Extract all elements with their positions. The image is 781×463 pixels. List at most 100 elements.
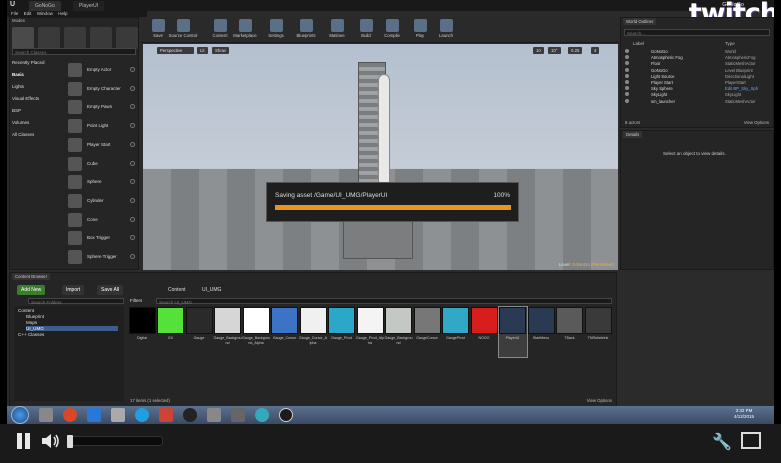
taskbar-app-icon[interactable] bbox=[231, 408, 245, 422]
asset-tile[interactable]: GaugeCursor bbox=[413, 307, 441, 357]
column-label[interactable]: Label bbox=[633, 41, 644, 46]
modes-tab[interactable]: Modes bbox=[12, 18, 25, 23]
place-item[interactable]: Cylinder bbox=[65, 192, 137, 210]
taskbar-app-icon[interactable] bbox=[111, 408, 125, 422]
help-icon[interactable] bbox=[130, 123, 135, 129]
category-volumes[interactable]: Volumes bbox=[12, 118, 57, 129]
taskbar-app-icon[interactable] bbox=[39, 408, 53, 422]
import-button[interactable]: Import bbox=[62, 285, 85, 295]
outliner-row[interactable]: Player Start PlayerStart bbox=[621, 80, 773, 86]
matinee-button[interactable]: Matinee bbox=[322, 18, 352, 42]
help-icon[interactable] bbox=[130, 235, 135, 241]
visibility-eye-icon[interactable] bbox=[625, 49, 629, 53]
asset-search-input[interactable]: Search UI_UMG bbox=[156, 298, 612, 305]
outliner-row-type[interactable]: Edit BP_Sky_Sph bbox=[725, 86, 758, 91]
content-browser-tab[interactable]: Content Browser bbox=[12, 273, 51, 280]
column-type[interactable]: Type bbox=[725, 41, 735, 46]
grid-snap-value[interactable]: 10 bbox=[533, 47, 544, 54]
breadcrumb-content[interactable]: Content bbox=[168, 287, 186, 293]
visibility-eye-icon[interactable] bbox=[625, 98, 629, 103]
fullscreen-icon[interactable] bbox=[741, 432, 761, 449]
folder-tree-item[interactable]: Maps bbox=[26, 320, 118, 325]
visibility-eye-icon[interactable] bbox=[625, 92, 629, 97]
folder-tree-item[interactable]: Blueprint bbox=[26, 314, 118, 319]
place-item[interactable]: Sphere bbox=[65, 173, 137, 191]
folder-tree-item[interactable]: UI_UMG bbox=[26, 326, 118, 331]
tab-playerui[interactable]: PlayerUI bbox=[73, 1, 105, 11]
asset-tile[interactable]: TNReticleInk bbox=[584, 307, 612, 357]
category-visual-effects[interactable]: Visual Effects bbox=[12, 94, 57, 105]
settings-wrench-icon[interactable]: 🔧 bbox=[712, 432, 732, 451]
visibility-eye-icon[interactable] bbox=[625, 73, 629, 78]
help-icon[interactable] bbox=[130, 179, 135, 185]
outliner-row[interactable]: GoNoGo Level Blueprint bbox=[621, 67, 773, 74]
breadcrumb-ui-umg[interactable]: UI_UMG bbox=[202, 287, 221, 293]
category-basic[interactable]: Basic bbox=[12, 70, 57, 81]
content-view-options[interactable]: View Options bbox=[587, 398, 612, 403]
level-viewport[interactable]: Perspective Lit Show 10 10° 0.25 4 Level… bbox=[143, 44, 618, 270]
asset-tile[interactable]: Digital bbox=[128, 307, 156, 357]
menu-window[interactable]: Window bbox=[37, 11, 53, 16]
visibility-eye-icon[interactable] bbox=[625, 86, 629, 91]
launch-button[interactable]: Launch bbox=[431, 18, 461, 42]
help-icon[interactable] bbox=[130, 67, 135, 72]
asset-tile[interactable]: Gauge_Pivot bbox=[328, 307, 356, 357]
outliner-row[interactable]: Atmospheric Fog AtmosphericFog bbox=[621, 55, 773, 61]
menu-edit[interactable]: Edit bbox=[24, 11, 32, 16]
help-icon[interactable] bbox=[130, 197, 135, 203]
category-recently-placed[interactable]: Recently Placed bbox=[12, 58, 57, 69]
place-item[interactable]: Point Light bbox=[65, 117, 137, 135]
unreal-engine-icon[interactable] bbox=[279, 408, 293, 422]
seek-bar[interactable] bbox=[67, 435, 163, 448]
place-item[interactable]: Empty Pawn bbox=[65, 98, 137, 116]
place-item[interactable]: Sphere Trigger bbox=[65, 248, 137, 266]
folder-tree-item[interactable]: Content bbox=[18, 308, 118, 313]
place-item[interactable]: Empty Actor bbox=[65, 61, 137, 79]
filters-button[interactable]: Filters bbox=[130, 298, 142, 303]
class-search-input[interactable]: Search Classes bbox=[12, 48, 136, 55]
volume-icon[interactable] bbox=[41, 433, 61, 449]
place-mode-icon[interactable] bbox=[12, 27, 34, 49]
asset-tile[interactable]: Gauge_Background bbox=[214, 307, 242, 357]
menu-file[interactable]: File bbox=[11, 11, 18, 16]
compile-button[interactable]: Compile bbox=[377, 18, 407, 42]
outliner-row[interactable]: Light Source DirectionalLight bbox=[621, 73, 773, 80]
asset-tile[interactable]: NOGO bbox=[470, 307, 498, 357]
asset-tile[interactable]: Gauge_Cursor_Alpha bbox=[299, 307, 327, 357]
help-icon[interactable] bbox=[130, 216, 135, 222]
obs-icon[interactable] bbox=[183, 408, 197, 422]
asset-tile[interactable]: GaugePivot bbox=[442, 307, 470, 357]
scale-snap-value[interactable]: 0.25 bbox=[568, 47, 583, 54]
seek-handle[interactable] bbox=[67, 435, 73, 448]
category-bsp[interactable]: BSP bbox=[12, 106, 57, 117]
asset-tile[interactable]: GX bbox=[157, 307, 185, 357]
outliner-row[interactable]: GoNoGo World bbox=[621, 49, 773, 55]
camera-speed-value[interactable]: 4 bbox=[591, 47, 600, 54]
asset-tile[interactable]: Gauge_Pivot_Alpha bbox=[356, 307, 384, 357]
category-lights[interactable]: Lights bbox=[12, 82, 57, 93]
details-tab[interactable]: Details bbox=[623, 131, 643, 138]
folder-search-input[interactable]: Search Folders bbox=[28, 298, 124, 305]
help-icon[interactable] bbox=[130, 104, 135, 110]
asset-tile[interactable]: StartMenu bbox=[527, 307, 555, 357]
outliner-view-options[interactable]: View Options bbox=[744, 120, 769, 125]
marketplace-button[interactable]: Marketplace bbox=[230, 18, 260, 42]
foliage-mode-icon[interactable] bbox=[90, 27, 112, 49]
lit-button[interactable]: Lit bbox=[197, 47, 208, 54]
show-button[interactable]: Show bbox=[212, 47, 229, 54]
help-icon[interactable] bbox=[130, 254, 135, 259]
taskbar-app-icon[interactable] bbox=[159, 408, 173, 422]
asset-tile[interactable]: TBack bbox=[556, 307, 584, 357]
visibility-eye-icon[interactable] bbox=[625, 67, 629, 72]
outliner-row[interactable]: Sky Sphere Edit BP_Sky_Sph bbox=[621, 86, 773, 92]
help-icon[interactable] bbox=[130, 160, 135, 166]
dropbox-icon[interactable] bbox=[87, 408, 101, 422]
category-all-classes[interactable]: All Classes bbox=[12, 130, 57, 141]
help-icon[interactable] bbox=[130, 85, 135, 91]
menu-help[interactable]: Help bbox=[58, 11, 67, 16]
place-item[interactable]: Player Start bbox=[65, 136, 137, 154]
taskbar-app-icon[interactable] bbox=[207, 408, 221, 422]
place-item[interactable]: Empty Character bbox=[65, 80, 137, 98]
visibility-eye-icon[interactable] bbox=[625, 61, 629, 66]
asset-tile[interactable]: Gauge_Background_Alpha bbox=[242, 307, 270, 357]
